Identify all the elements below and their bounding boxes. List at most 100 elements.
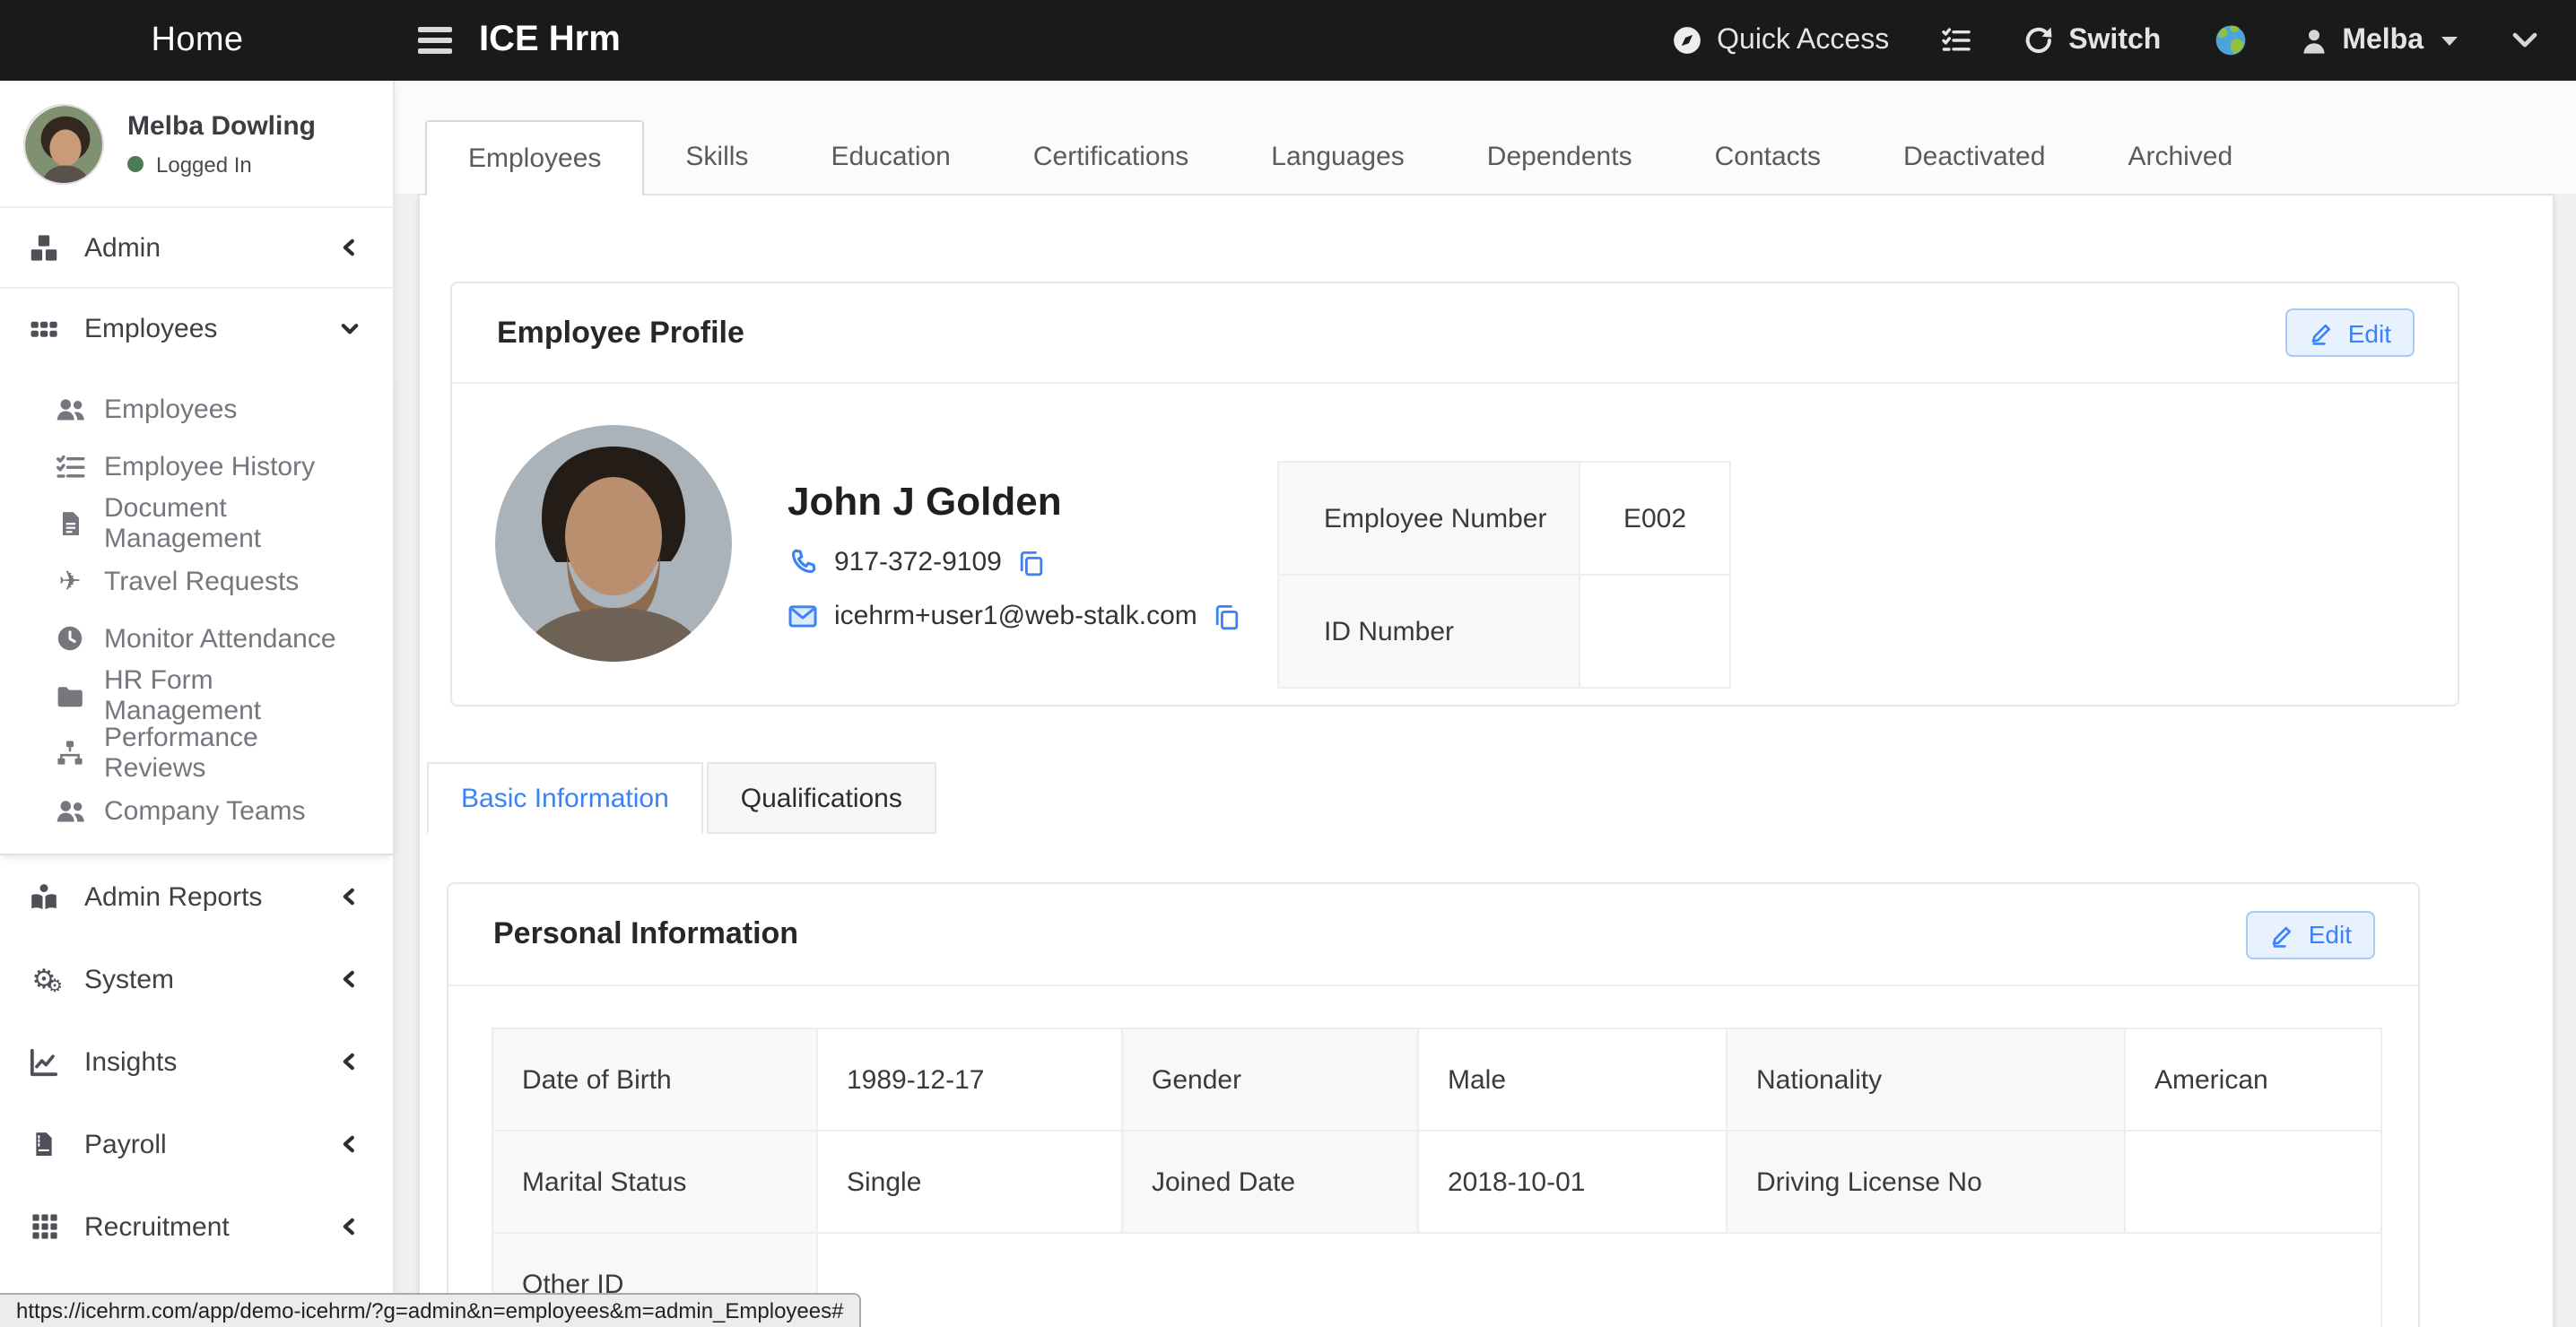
sidebar-subitem-document-management[interactable]: Document Management — [0, 495, 393, 552]
sidebar-item-system[interactable]: ⚙ ⚙ System — [0, 938, 393, 1020]
sidebar-item-label: Employees — [84, 314, 217, 344]
quick-access-label: Quick Access — [1717, 24, 1889, 56]
menu-toggle-icon[interactable] — [418, 27, 452, 54]
tab-skills[interactable]: Skills — [644, 120, 789, 194]
sidebar-item-label: Admin Reports — [84, 881, 262, 912]
field-value: 2018-10-01 — [1418, 1131, 1727, 1233]
user-menu[interactable]: Melba — [2299, 24, 2458, 56]
sidebar-item-payroll[interactable]: Payroll — [0, 1103, 393, 1185]
tab-deactivated[interactable]: Deactivated — [1862, 120, 2086, 194]
tab-education[interactable]: Education — [789, 120, 991, 194]
sidebar-subitem-employee-history[interactable]: Employee History — [0, 438, 393, 495]
sidebar-subitem-company-teams[interactable]: Company Teams — [0, 782, 393, 839]
sidebar-item-label: Admin — [84, 232, 161, 263]
tasks-button[interactable] — [1941, 25, 1971, 56]
topbar: Home ICE Hrm Quick Access — [0, 0, 2576, 81]
sidebar-item-label: Insights — [84, 1046, 177, 1077]
chevron-down-icon — [2510, 25, 2540, 56]
quick-access-button[interactable]: Quick Access — [1672, 24, 1889, 56]
switch-user-button[interactable]: Switch — [2023, 24, 2161, 56]
home-link[interactable]: Home — [0, 21, 395, 60]
tab-dependents[interactable]: Dependents — [1446, 120, 1674, 194]
globe-icon — [2213, 23, 2247, 57]
user-icon — [2299, 26, 2328, 55]
tab-qualifications[interactable]: Qualifications — [707, 762, 936, 834]
tab-employees[interactable]: Employees — [425, 120, 644, 195]
sidebar-subitem-travel-requests[interactable]: ✈ Travel Requests — [0, 552, 393, 610]
sidebar-item-insights[interactable]: Insights — [0, 1020, 393, 1103]
edit-personal-information-button[interactable]: Edit — [2246, 910, 2375, 958]
sidebar-subitem-label: Employees — [104, 394, 237, 424]
field-value: Male — [1418, 1028, 1727, 1131]
switch-label: Switch — [2068, 24, 2161, 56]
table-row: Date of Birth 1989-12-17 Gender Male Nat… — [492, 1028, 2381, 1131]
chevron-left-icon — [332, 1051, 366, 1072]
field-label: Date of Birth — [492, 1028, 817, 1131]
envelope-icon — [788, 601, 818, 631]
personal-information-table: Date of Birth 1989-12-17 Gender Male Nat… — [492, 1028, 2382, 1327]
list-check-icon — [54, 451, 86, 481]
personal-information-title: Personal Information — [493, 916, 798, 952]
folder-icon — [54, 681, 86, 710]
tab-contacts[interactable]: Contacts — [1674, 120, 1862, 194]
icehrm-app: Home ICE Hrm Quick Access — [0, 0, 2576, 1327]
tab-basic-information[interactable]: Basic Information — [427, 762, 703, 834]
sidebar-item-recruitment[interactable]: Recruitment — [0, 1185, 393, 1268]
sidebar-item-admin-reports[interactable]: Admin Reports — [0, 855, 393, 938]
employee-profile-title: Employee Profile — [497, 315, 744, 351]
brand: ICE Hrm — [418, 20, 621, 61]
pencil-icon — [2309, 319, 2336, 346]
sidebar-user-profile: Melba Dowling Logged In — [0, 81, 393, 208]
language-button[interactable] — [2213, 23, 2247, 57]
caret-down-icon — [2441, 35, 2458, 46]
collapse-topbar-button[interactable] — [2510, 25, 2540, 56]
employee-phone-row: 917-372-9109 — [788, 547, 1242, 577]
field-label: ID Number — [1278, 575, 1580, 688]
sidebar-item-employees[interactable]: Employees — [0, 289, 393, 369]
employee-identity: John J Golden 917-372-9109 — [788, 481, 1242, 631]
sidebar-subitem-monitor-attendance[interactable]: Monitor Attendance — [0, 610, 393, 667]
sidebar-subitem-employees[interactable]: Employees — [0, 380, 393, 438]
logged-in-dot — [127, 156, 144, 172]
copy-icon[interactable] — [1214, 602, 1242, 630]
field-label: Marital Status — [492, 1131, 817, 1233]
sidebar-subitem-label: Document Management — [104, 493, 366, 554]
sidebar-subitem-hr-form-management[interactable]: HR Form Management — [0, 667, 393, 724]
sidebar-subitem-label: Monitor Attendance — [104, 623, 336, 654]
sidebar-subitem-performance-reviews[interactable]: Performance Reviews — [0, 724, 393, 782]
clock-icon — [54, 624, 86, 653]
employee-name: John J Golden — [788, 481, 1242, 524]
tab-panel: Employee Profile Edit — [418, 194, 2554, 1327]
edit-label: Edit — [2309, 920, 2352, 949]
cubes-icon — [27, 232, 61, 263]
field-value — [2125, 1131, 2381, 1233]
sidebar-nav: Admin Employees Emplo — [0, 208, 393, 1327]
sidebar-item-admin[interactable]: Admin — [0, 208, 393, 289]
edit-profile-button[interactable]: Edit — [2285, 308, 2415, 357]
sidebar-subitem-label: Travel Requests — [104, 566, 299, 596]
tab-languages[interactable]: Languages — [1230, 120, 1446, 194]
module-tabs: Employees Skills Education Certification… — [395, 81, 2576, 194]
field-value: Single — [817, 1131, 1122, 1233]
tab-archived[interactable]: Archived — [2086, 120, 2274, 194]
tab-certifications[interactable]: Certifications — [992, 120, 1230, 194]
copy-icon[interactable] — [1018, 548, 1047, 577]
employee-email[interactable]: icehrm+user1@web-stalk.com — [834, 601, 1197, 631]
phone-icon — [788, 547, 818, 577]
table-row: Marital Status Single Joined Date 2018-1… — [492, 1131, 2381, 1233]
chevron-left-icon — [332, 1133, 366, 1155]
payroll-file-icon — [27, 1130, 61, 1158]
sidebar-item-label: System — [84, 964, 174, 994]
chevron-left-icon — [332, 968, 366, 990]
edit-label: Edit — [2348, 318, 2391, 347]
pencil-icon — [2269, 921, 2296, 948]
chevron-left-icon — [332, 1216, 366, 1237]
field-value — [1580, 575, 1730, 688]
sitemap-icon — [54, 739, 86, 768]
field-label: Joined Date — [1122, 1131, 1418, 1233]
sidebar-item-label: Payroll — [84, 1129, 167, 1159]
employee-id-table: Employee Number E002 ID Number — [1277, 461, 1731, 689]
sidebar-lower-nav: Admin Reports ⚙ ⚙ System — [0, 855, 393, 1327]
employee-phone[interactable]: 917-372-9109 — [834, 547, 1002, 577]
sidebar: Melba Dowling Logged In Admin — [0, 81, 395, 1327]
